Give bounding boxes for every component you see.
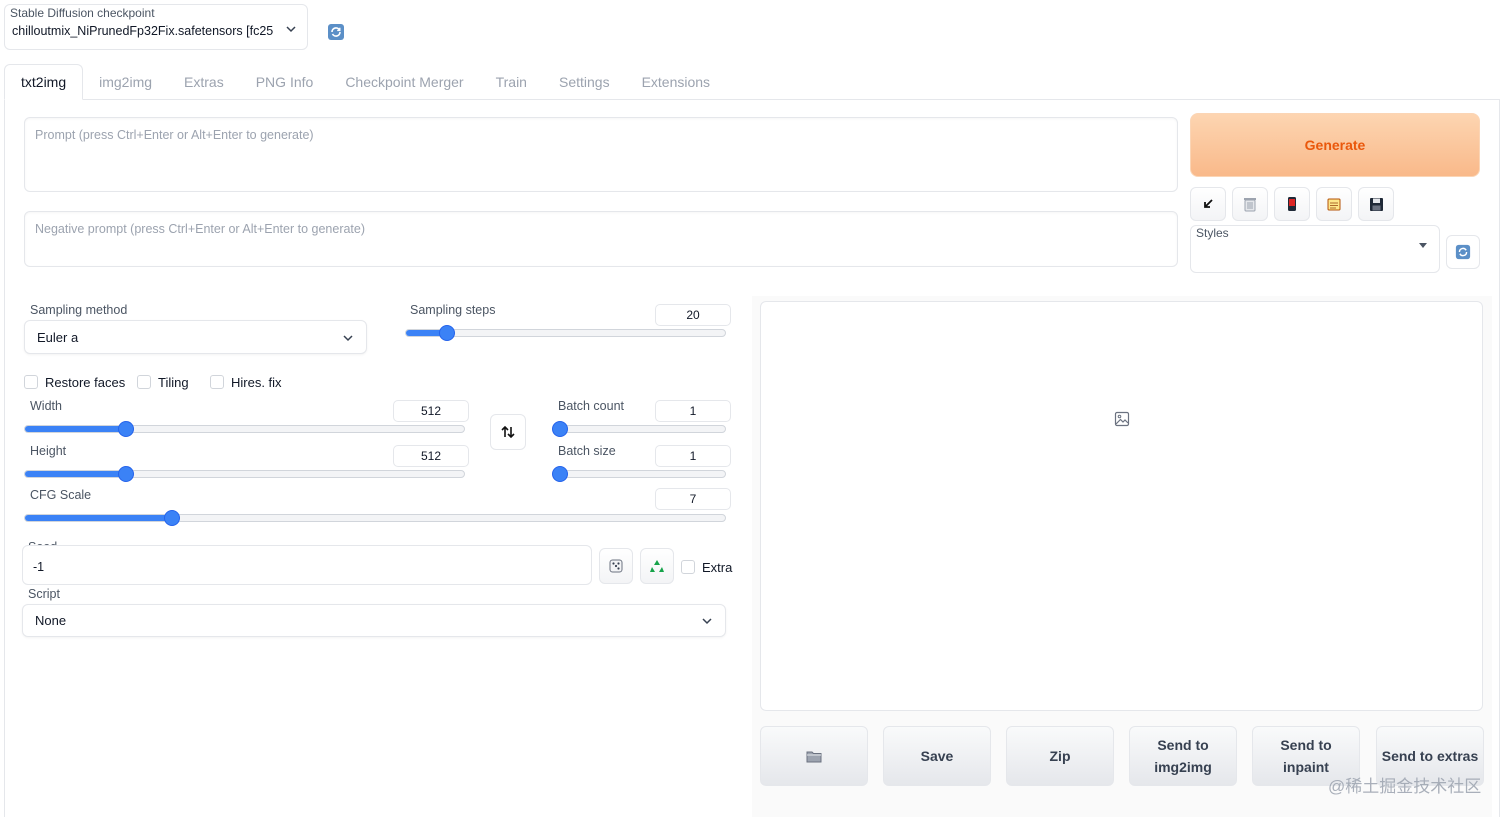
prompt-input[interactable] — [25, 118, 1177, 191]
chevron-down-icon — [286, 26, 296, 33]
extra-seed-checkbox[interactable] — [681, 560, 695, 574]
save-style-button[interactable] — [1358, 187, 1394, 221]
batch-count-label: Batch count — [558, 399, 625, 413]
sampling-steps-input[interactable]: 20 — [655, 304, 731, 326]
cfg-scale-input[interactable]: 7 — [655, 488, 731, 510]
tab-settings[interactable]: Settings — [543, 64, 626, 100]
tab-train[interactable]: Train — [480, 64, 543, 100]
reuse-seed-button[interactable] — [640, 548, 674, 584]
restore-faces-label: Restore faces — [45, 375, 126, 390]
caret-down-icon — [1419, 243, 1427, 248]
clear-prompt-button[interactable] — [1232, 187, 1268, 221]
seed-input[interactable]: -1 — [33, 560, 44, 574]
batch-size-label: Batch size — [558, 444, 616, 458]
sampling-steps-slider[interactable] — [405, 326, 726, 340]
cfg-scale-label: CFG Scale — [30, 488, 92, 502]
batch-size-slider[interactable] — [553, 467, 726, 481]
refresh-icon — [328, 24, 344, 40]
slider-thumb[interactable] — [553, 467, 567, 481]
width-input[interactable]: 512 — [393, 400, 469, 422]
arrow-down-left-icon — [1204, 199, 1213, 208]
send-to-inpaint-line1: Send to — [1280, 737, 1332, 753]
negative-prompt-box — [24, 211, 1178, 267]
save-icon — [1369, 197, 1383, 211]
slider-thumb[interactable] — [165, 511, 179, 525]
extra-seed-label: Extra — [702, 560, 733, 575]
batch-size-input[interactable]: 1 — [655, 445, 731, 467]
cfg-scale-slider[interactable] — [24, 511, 726, 525]
styles-label: Styles — [1196, 226, 1229, 240]
extra-networks-button[interactable] — [1274, 187, 1310, 221]
send-to-img2img-line1: Send to — [1157, 737, 1209, 753]
slider-fill — [25, 471, 126, 477]
send-to-img2img-line2: img2img — [1154, 759, 1212, 775]
tab-extras[interactable]: Extras — [168, 64, 240, 100]
script-select[interactable]: None — [22, 604, 726, 637]
height-label: Height — [30, 444, 67, 458]
refresh-styles-button[interactable] — [1446, 235, 1480, 269]
random-seed-button[interactable] — [599, 548, 633, 584]
chevron-down-icon — [343, 335, 353, 342]
tab-txt2img[interactable]: txt2img — [4, 64, 84, 100]
sampling-method-select[interactable]: Euler a — [24, 320, 367, 354]
tab-png-info[interactable]: PNG Info — [240, 64, 330, 100]
chevron-down-icon — [702, 618, 712, 625]
swap-arrows-icon — [501, 425, 515, 439]
tab-bar: txt2img img2img Extras PNG Info Checkpoi… — [4, 64, 726, 100]
batch-count-slider[interactable] — [553, 422, 726, 436]
batch-count-input[interactable]: 1 — [655, 400, 731, 422]
script-value: None — [35, 613, 67, 628]
swap-dimensions-button[interactable] — [490, 414, 526, 450]
send-to-inpaint-line2: inpaint — [1283, 759, 1329, 775]
send-to-img2img-button[interactable]: Send to img2img — [1129, 726, 1237, 786]
seed-field: -1 — [22, 545, 592, 585]
hires-fix-label: Hires. fix — [231, 375, 282, 390]
folder-icon — [806, 751, 822, 763]
save-button[interactable]: Save — [883, 726, 991, 786]
checkpoint-label: Stable Diffusion checkpoint — [10, 6, 155, 20]
height-input[interactable]: 512 — [393, 445, 469, 467]
sampling-method-label: Sampling method — [30, 303, 128, 317]
tiling-checkbox[interactable] — [137, 375, 151, 389]
slider-fill — [25, 426, 126, 432]
dice-icon — [609, 559, 623, 573]
image-placeholder-icon — [1114, 411, 1130, 427]
hires-fix-checkbox[interactable] — [210, 375, 224, 389]
height-slider[interactable] — [24, 467, 465, 481]
red-card-icon — [1288, 197, 1296, 211]
zip-button[interactable]: Zip — [1006, 726, 1114, 786]
refresh-icon — [1455, 244, 1471, 260]
prompt-box — [24, 117, 1178, 192]
open-folder-button[interactable] — [760, 726, 868, 786]
slider-thumb[interactable] — [553, 422, 567, 436]
tab-checkpoint-merger[interactable]: Checkpoint Merger — [329, 64, 479, 100]
slider-thumb[interactable] — [118, 422, 133, 436]
image-gallery[interactable] — [760, 301, 1483, 711]
checkpoint-value[interactable]: chilloutmix_NiPrunedFp32Fix.safetensors … — [12, 24, 274, 38]
paste-params-button[interactable] — [1190, 187, 1226, 221]
tab-img2img[interactable]: img2img — [83, 64, 168, 100]
apply-style-button[interactable] — [1316, 187, 1352, 221]
watermark: @稀土掘金技术社区 — [1328, 777, 1482, 796]
sampling-method-value: Euler a — [37, 329, 79, 345]
script-label: Script — [28, 587, 60, 601]
trash-icon — [1244, 198, 1256, 212]
recycle-icon — [650, 560, 664, 572]
clipboard-icon — [1327, 198, 1341, 211]
width-label: Width — [30, 399, 62, 413]
refresh-checkpoint-button[interactable] — [322, 18, 350, 46]
width-slider[interactable] — [24, 422, 465, 436]
restore-faces-checkbox[interactable] — [24, 375, 38, 389]
tab-extensions[interactable]: Extensions — [626, 64, 726, 100]
tiling-label: Tiling — [158, 375, 189, 390]
generate-button[interactable]: Generate — [1190, 113, 1480, 177]
negative-prompt-input[interactable] — [25, 212, 1177, 266]
sampling-steps-label: Sampling steps — [410, 303, 496, 317]
slider-fill — [25, 515, 172, 521]
slider-thumb[interactable] — [118, 467, 133, 481]
